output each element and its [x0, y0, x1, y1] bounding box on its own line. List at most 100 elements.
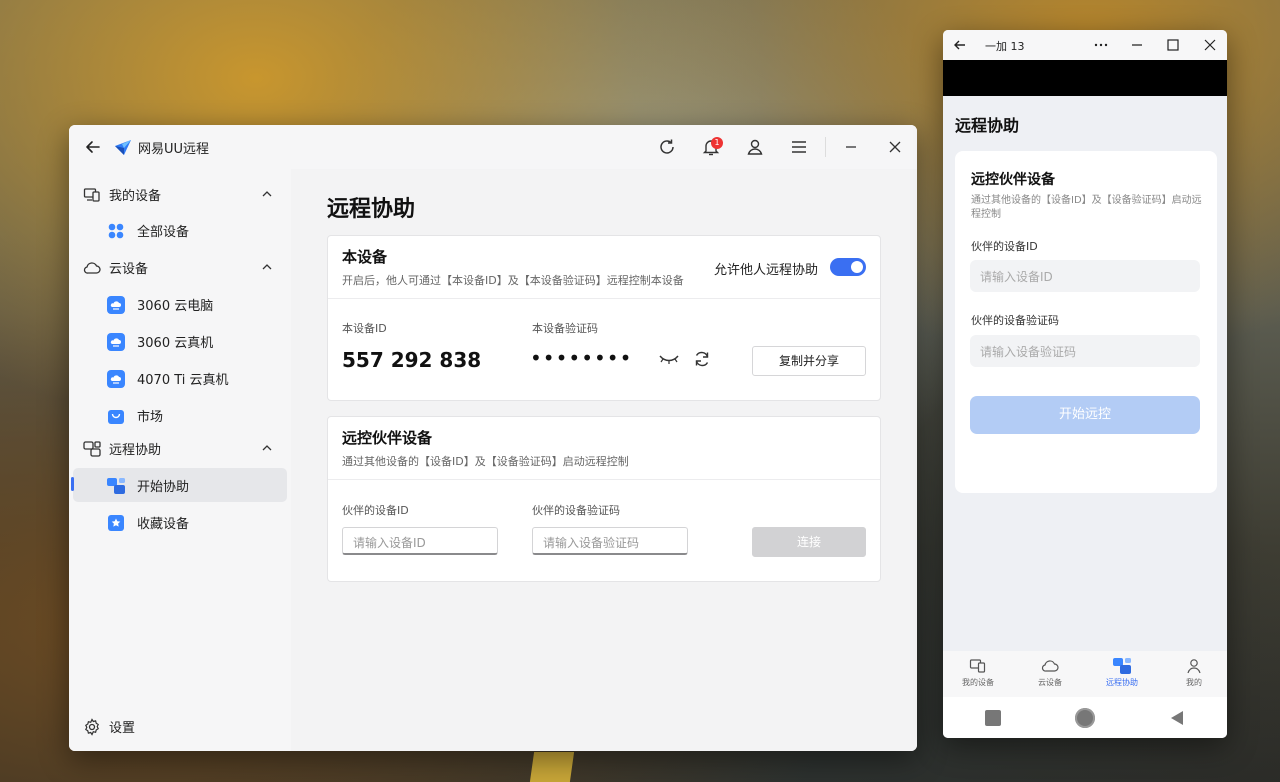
more-dots-icon[interactable]: [1093, 37, 1109, 53]
remote-assist-icon: [83, 441, 101, 457]
partner-code-label: 伙伴的设备验证码: [532, 504, 620, 517]
phone-tab-label: 云设备: [1038, 678, 1062, 687]
android-nav-bar: [943, 697, 1227, 738]
phone-mirror-window: 一加 13 远程协助 远控伙伴设备 通过其他设备的【设备ID】及【设备验证码】启…: [943, 30, 1227, 738]
copy-share-button[interactable]: 复制并分享: [752, 346, 866, 376]
phone-tab-remote-assist[interactable]: 远程协助: [1092, 657, 1152, 688]
sidebar-item-all-devices[interactable]: 全部设备: [73, 213, 287, 247]
this-device-card: 本设备 开启后，他人可通过【本设备ID】及【本设备验证码】远程控制本设备 允许他…: [327, 235, 881, 401]
uu-remote-window: 网易UU远程 1 我的设备 全部设备 云设备 3060 云电脑 3060 云真机…: [69, 125, 917, 751]
partner-code-input[interactable]: 请输入设备验证码: [532, 527, 688, 555]
titlebar-separator: [825, 137, 826, 157]
start-remote-button[interactable]: 开始远控: [970, 396, 1200, 434]
back-triangle-icon[interactable]: [1169, 710, 1185, 726]
grid-icon: [108, 223, 124, 239]
close-icon[interactable]: [885, 137, 905, 157]
cloud-phone-icon: [107, 333, 125, 351]
start-assist-icon: [107, 478, 125, 494]
sidebar-item-start-assist[interactable]: 开始协助: [73, 468, 287, 502]
device-code-value: ••••••••: [530, 346, 633, 370]
sidebar-item-label: 全部设备: [137, 225, 190, 240]
allow-remote-label: 允许他人远程协助: [714, 263, 819, 278]
market-bag-icon: [108, 410, 124, 424]
phone-card-subtitle: 通过其他设备的【设备ID】及【设备验证码】启动远程控制: [971, 195, 1202, 220]
sidebar-item-label: 开始协助: [137, 480, 190, 495]
settings-label: 设置: [109, 721, 136, 736]
phone-card-heading: 远控伙伴设备: [971, 172, 1055, 188]
chevron-up-icon: [262, 445, 272, 451]
gear-icon: [85, 718, 99, 736]
phone-code-label: 伙伴的设备验证码: [971, 314, 1059, 327]
partner-device-card: 远控伙伴设备 通过其他设备的【设备ID】及【设备验证码】启动远程控制 伙伴的设备…: [327, 416, 881, 582]
cloud-icon: [83, 262, 101, 274]
sidebar-item-label: 3060 云真机: [137, 336, 214, 351]
back-arrow-icon[interactable]: [952, 37, 968, 53]
eye-closed-icon[interactable]: [658, 350, 680, 368]
card-divider: [328, 479, 880, 480]
cloud-icon: [1041, 660, 1059, 672]
phone-tab-me[interactable]: 我的: [1164, 657, 1224, 688]
sidebar-item-label: 收藏设备: [137, 517, 190, 532]
partner-subtitle: 通过其他设备的【设备ID】及【设备验证码】启动远程控制: [342, 455, 629, 468]
phone-title-bar: 一加 13: [943, 30, 1227, 60]
sidebar-settings[interactable]: 设置: [73, 709, 287, 743]
chevron-up-icon: [262, 191, 272, 197]
sidebar-group-remote-assist[interactable]: 远程协助: [73, 431, 287, 465]
start-assist-icon: [1113, 658, 1131, 674]
sidebar-group-label: 远程协助: [109, 443, 162, 458]
allow-remote-toggle[interactable]: [830, 258, 866, 276]
sidebar-item-label: 市场: [137, 410, 164, 425]
phone-tab-label: 我的设备: [962, 678, 994, 687]
sidebar-group-cloud-devices[interactable]: 云设备: [73, 250, 287, 284]
phone-partner-card: 远控伙伴设备 通过其他设备的【设备ID】及【设备验证码】启动远程控制 伙伴的设备…: [955, 151, 1217, 493]
chevron-up-icon: [262, 264, 272, 270]
connect-button[interactable]: 连接: [752, 527, 866, 557]
recent-apps-square-icon[interactable]: [985, 710, 1001, 726]
refresh-icon[interactable]: [657, 137, 677, 157]
star-bookmark-icon: [108, 515, 124, 531]
notification-badge: 1: [711, 137, 723, 149]
page-title: 远程协助: [327, 197, 416, 222]
sidebar: 我的设备 全部设备 云设备 3060 云电脑 3060 云真机 4070 Ti …: [69, 169, 291, 751]
sidebar-group-label: 云设备: [109, 262, 149, 277]
phone-page-title: 远程协助: [955, 116, 1020, 135]
sidebar-item-3060-cloud-pc[interactable]: 3060 云电脑: [73, 287, 287, 321]
phone-tab-my-devices[interactable]: 我的设备: [948, 657, 1008, 688]
devices-icon: [969, 659, 986, 673]
close-icon[interactable]: [1202, 37, 1218, 53]
minimize-icon[interactable]: [841, 137, 861, 157]
partner-id-input[interactable]: 请输入设备ID: [342, 527, 498, 555]
sidebar-item-market[interactable]: 市场: [73, 398, 287, 432]
main-content: 远程协助 本设备 开启后，他人可通过【本设备ID】及【本设备验证码】远程控制本设…: [291, 169, 917, 751]
toggle-knob: [851, 261, 863, 273]
phone-status-area: [943, 60, 1227, 96]
home-circle-icon[interactable]: [1075, 708, 1095, 728]
title-bar: 网易UU远程 1: [69, 125, 917, 169]
cloud-pc-icon: [107, 296, 125, 314]
back-arrow-icon[interactable]: [83, 137, 103, 157]
menu-icon[interactable]: [789, 137, 809, 157]
active-indicator: [71, 477, 74, 491]
phone-tab-bar: 我的设备 云设备 远程协助 我的: [943, 651, 1227, 697]
user-icon[interactable]: [745, 137, 765, 157]
device-code-label: 本设备验证码: [532, 322, 598, 335]
sidebar-group-my-devices[interactable]: 我的设备: [73, 177, 287, 211]
sidebar-item-favorites[interactable]: 收藏设备: [73, 505, 287, 539]
sidebar-item-3060-cloud-phone[interactable]: 3060 云真机: [73, 324, 287, 358]
phone-code-input[interactable]: 请输入设备验证码: [970, 335, 1200, 367]
app-title: 网易UU远程: [138, 142, 210, 157]
phone-tab-cloud[interactable]: 云设备: [1020, 657, 1080, 688]
this-device-subtitle: 开启后，他人可通过【本设备ID】及【本设备验证码】远程控制本设备: [342, 274, 684, 287]
maximize-icon[interactable]: [1165, 37, 1181, 53]
phone-id-input[interactable]: 请输入设备ID: [970, 260, 1200, 292]
user-icon: [1187, 659, 1201, 674]
sidebar-group-label: 我的设备: [109, 189, 162, 204]
regenerate-code-icon[interactable]: [692, 349, 712, 369]
minimize-icon[interactable]: [1129, 37, 1145, 53]
phone-tab-label: 我的: [1186, 678, 1202, 687]
road-line-decoration: [529, 752, 575, 782]
sidebar-item-4070ti-cloud-phone[interactable]: 4070 Ti 云真机: [73, 361, 287, 395]
devices-icon: [83, 188, 100, 202]
card-divider: [328, 298, 880, 299]
uu-logo-icon: [115, 140, 131, 155]
